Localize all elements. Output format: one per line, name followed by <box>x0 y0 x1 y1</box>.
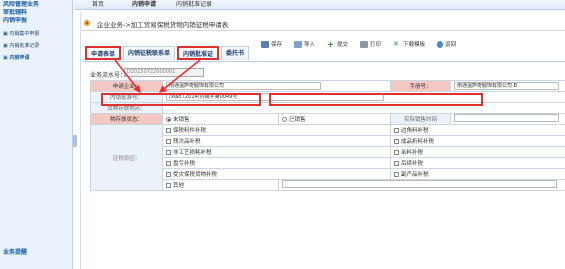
sidebar-sub-centralized[interactable]: ▣ 内销集中申报 <box>0 28 72 40</box>
manual-input[interactable]: 南通温萨奇服饰有限公司 B <box>454 82 559 90</box>
plus-icon: + <box>327 39 334 49</box>
tab-domestic-sale[interactable]: 内销申请 <box>132 1 156 9</box>
annotation-box-approval-value <box>269 93 483 106</box>
reason-cell: 盘亏补税 <box>161 157 392 169</box>
row-reason-5: 其他 <box>91 179 565 191</box>
reason-checkbox[interactable] <box>394 128 400 133</box>
reason-cell: 其他 <box>162 179 279 191</box>
reason-checkbox[interactable] <box>166 128 171 133</box>
sidebar: 风险管理业务 审批辅料 内销申报 ▣ 内销集中申报 ▣ 内销批准记录 ▣ 内销申… <box>0 0 73 269</box>
save-button[interactable]: 保存 <box>261 39 282 49</box>
tab-underline <box>85 61 565 62</box>
serial-label: 业务流水号： <box>90 72 127 79</box>
tab-approval-certificate[interactable]: 内销批准证 <box>177 46 220 60</box>
main-panel: 企业业务->加工贸易保税货物内销征税申请表 保存 导入 + 提交 打印 ✕ 下载模板… <box>80 13 565 269</box>
actual-sale-cell <box>450 113 565 125</box>
row-reason-1: 残次品补税 成品折料补税 <box>91 135 565 147</box>
status-unsold-cell: 未销售 <box>162 113 279 125</box>
back-icon <box>437 40 444 48</box>
serial-field[interactable]: D20150722000001 <box>124 68 204 77</box>
toolbar: 保存 导入 + 提交 打印 ✕ 下载模板 返回 <box>261 39 468 49</box>
row-reason-2: 非工艺损耗补税 余料补税 <box>91 146 565 158</box>
reason-cell: 后续补税 <box>390 157 565 169</box>
reason-cell: 边角料补税 <box>390 124 565 136</box>
form-tabs: 申请表单 内销征税联系单 内销批准证 委托书 <box>85 46 251 61</box>
tab-application-form[interactable]: 申请表单 <box>85 46 122 60</box>
actual-sale-input[interactable] <box>454 114 559 122</box>
row-status: 物存放状态： 未销售 已销售 实际销售时间 <box>90 113 565 125</box>
row-reason-3: 盘亏补税 后续补税 <box>91 157 565 169</box>
submit-button[interactable]: + 提交 <box>327 39 348 49</box>
save-icon <box>261 40 269 48</box>
tab-home[interactable]: 首页 <box>92 1 104 9</box>
reason-cell: 受灾保税货物补税 <box>161 168 392 180</box>
sidebar-sub-approval-record[interactable]: ▣ 内销批准记录 <box>0 40 72 52</box>
row-reason-0: 征税原因： 保税料件补税 边角料补税 <box>90 124 565 191</box>
reason-checkbox[interactable] <box>394 150 400 155</box>
sidebar-bottom-reminder[interactable]: 业务提醒 <box>3 247 27 256</box>
reason-checkbox[interactable] <box>166 150 171 155</box>
manual-cell: 南通温萨奇服饰有限公司 B <box>450 80 565 92</box>
reason-checkbox[interactable] <box>166 139 171 144</box>
import-button[interactable]: 导入 <box>294 39 315 49</box>
sidebar-item-domestic-sale[interactable]: 内销申报 <box>0 17 72 25</box>
tab-power-of-attorney[interactable]: 委托书 <box>221 46 250 60</box>
page-title: 企业业务->加工贸易保税货物内销征税申请表 <box>97 21 229 29</box>
manual-label: 手册号： <box>390 80 452 92</box>
applicant-input[interactable]: 南通温萨奇服饰有限公司 <box>166 82 321 90</box>
applicant-cell: 南通温萨奇服饰有限公司 <box>161 80 392 92</box>
tab-approval-record[interactable]: 内销批准记录 <box>176 1 212 9</box>
reason-checkbox[interactable] <box>166 161 171 166</box>
back-button[interactable]: 返回 <box>437 39 456 49</box>
download-template-button[interactable]: ✕ 下载模板 <box>393 39 425 49</box>
annotation-box-approval-no <box>101 93 261 106</box>
reason-cell: 余料补税 <box>390 146 565 158</box>
reason-cell: 副产品补税 <box>390 168 565 180</box>
applicant-label: 申请企业： <box>90 80 163 92</box>
status-sold-cell: 已销售 <box>277 113 392 125</box>
row-applicant: 申请企业： 南通温萨奇服饰有限公司 手册号： 南通温萨奇服饰有限公司 B <box>90 80 565 92</box>
reason-cell: 保税料件补税 <box>161 124 392 136</box>
download-icon: ✕ <box>393 39 399 48</box>
row-reason-4: 受灾保税货物补税 副产品补税 <box>91 168 565 180</box>
reason-cell: 成品折料补税 <box>390 135 565 147</box>
reason-checkbox[interactable] <box>166 172 171 177</box>
unsold-radio[interactable] <box>166 117 171 122</box>
reason-label: 征税原因： <box>90 124 163 191</box>
other-reason-input[interactable] <box>282 180 558 188</box>
reason-checkbox[interactable] <box>394 139 400 144</box>
title-divider <box>81 30 565 31</box>
print-button[interactable]: 打印 <box>360 39 381 49</box>
flower-icon <box>84 20 90 26</box>
actual-sale-label: 实际销售时间 <box>390 113 452 125</box>
reason-cell: 非工艺损耗补税 <box>161 146 392 158</box>
printer-icon <box>360 40 369 48</box>
import-icon <box>294 40 303 48</box>
sidebar-item-approval[interactable]: 审批辅料 <box>0 9 72 17</box>
status-label: 物存放状态： <box>90 113 163 125</box>
top-tab-strip: 首页 内销申请 内销批准记录 <box>74 0 565 10</box>
reason-checkbox[interactable] <box>166 183 171 188</box>
reason-checkbox[interactable] <box>394 172 400 177</box>
reason-cell: 残次品补税 <box>161 135 392 147</box>
tab-tax-contact-sheet[interactable]: 内销征税联系单 <box>123 46 176 60</box>
sidebar-sub-application[interactable]: ▣ 内销申请 <box>0 52 72 64</box>
sold-radio[interactable] <box>282 117 287 122</box>
reason-checkbox[interactable] <box>394 161 400 166</box>
other-reason-cell <box>277 179 565 191</box>
sidebar-item-risk[interactable]: 风险管理业务 <box>0 1 72 9</box>
sidebar-collapse-handle[interactable] <box>73 135 77 147</box>
